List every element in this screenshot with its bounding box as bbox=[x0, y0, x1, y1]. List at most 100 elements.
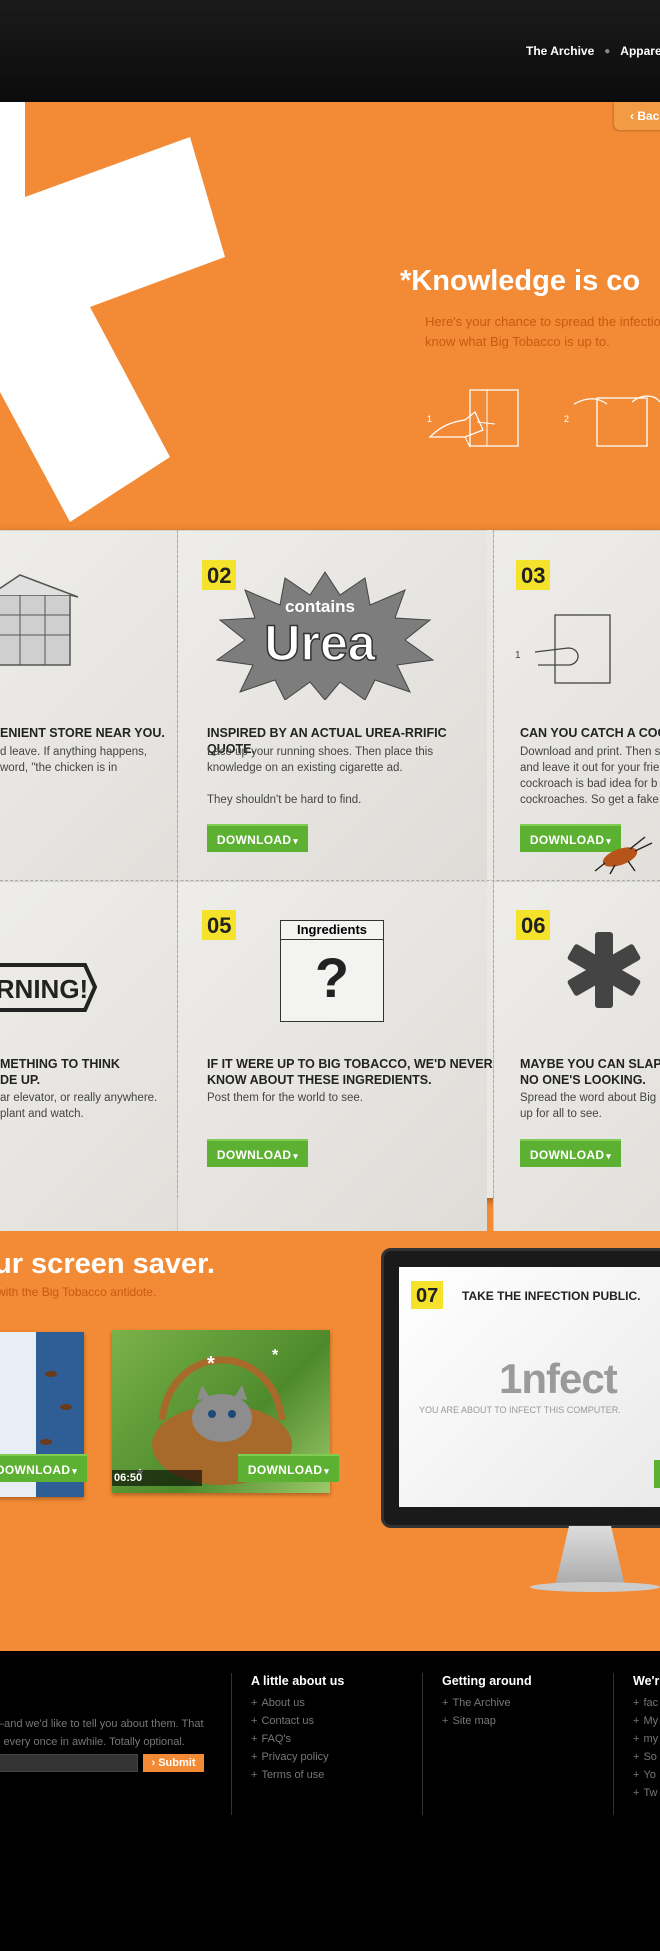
footer-link-archive[interactable]: + The Archive bbox=[442, 1694, 532, 1712]
footer-link-social-6[interactable]: + Tw bbox=[633, 1784, 659, 1802]
footer-link-about-us[interactable]: + About us bbox=[251, 1694, 344, 1712]
footer-intro-line1: –and we'd like to tell you about them. T… bbox=[0, 1718, 204, 1730]
footer-divider-3 bbox=[613, 1673, 614, 1815]
card-5-download-button[interactable]: DOWNLOAD ▾ bbox=[207, 1139, 308, 1167]
card-5-title: IF IT WERE UP TO BIG TOBACCO, WE'D NEVER… bbox=[207, 1057, 493, 1087]
download-arrow-icon: ▾ bbox=[72, 1466, 78, 1476]
footer-social-heading: We'r bbox=[633, 1674, 660, 1688]
footer-link-social-4[interactable]: + So bbox=[633, 1748, 659, 1766]
footer-link-sitemap[interactable]: + Site map bbox=[442, 1712, 532, 1730]
card-1-desc: d leave. If anything happens, word, "the… bbox=[0, 746, 148, 774]
card-6-number: 06 bbox=[516, 910, 551, 940]
footer-intro-line2: l every once in awhile. Totally optional… bbox=[0, 1736, 185, 1748]
sketch-step-1: 1 bbox=[427, 414, 432, 424]
card-6-title: MAYBE YOU CAN SLAP T NO ONE'S LOOKING. bbox=[520, 1057, 660, 1087]
card-4-art-text: RNING! bbox=[0, 974, 88, 1004]
asterisk-graphic-icon bbox=[0, 102, 225, 522]
submit-button[interactable]: › Submit bbox=[143, 1754, 204, 1772]
back-button[interactable]: ‹ Bac bbox=[614, 102, 660, 130]
footer-link-privacy[interactable]: + Privacy policy bbox=[251, 1748, 344, 1766]
card-3-title: CAN YOU CATCH A COCK bbox=[520, 726, 660, 740]
nav-separator: ● bbox=[604, 45, 611, 57]
footer-social-column: We'r + fac + My + my + So + Yo + Tw bbox=[633, 1674, 659, 1802]
card-3-sketch-step: 1 bbox=[515, 650, 521, 661]
svg-text:*: * bbox=[272, 1347, 279, 1364]
warning-sign-icon: RNING! bbox=[0, 963, 98, 1012]
card-6-download-button[interactable]: DOWNLOAD ▾ bbox=[520, 1139, 621, 1167]
monitor-title: TAKE THE INFECTION PUBLIC. bbox=[462, 1289, 641, 1303]
card-2-art-main: Urea bbox=[264, 615, 376, 671]
hero-title: *Knowledge is co bbox=[400, 265, 641, 297]
card-6-desc: Spread the word about Big up for all to … bbox=[520, 1092, 657, 1120]
top-nav: The Archive ● Appare bbox=[526, 44, 660, 58]
monitor-preview: 07 TAKE THE INFECTION PUBLIC. 1nfect YOU… bbox=[381, 1248, 660, 1528]
card-5-desc: Post them for the world to see. bbox=[207, 1092, 363, 1104]
footer-link-terms[interactable]: + Terms of use bbox=[251, 1766, 344, 1784]
card-5-download-label: DOWNLOAD bbox=[216, 1148, 292, 1162]
nav-the-archive[interactable]: The Archive bbox=[526, 44, 594, 58]
asterisk-icon bbox=[567, 932, 641, 1008]
main-content: ‹ Bac *Knowledge is co Here's your chanc… bbox=[0, 102, 660, 1651]
monitor-green-button[interactable] bbox=[654, 1460, 660, 1488]
card-4-title: METHING TO THINK DE UP. bbox=[0, 1057, 120, 1087]
hand-sketch-1-icon: 1 bbox=[427, 389, 519, 448]
footer-divider-1 bbox=[231, 1673, 232, 1815]
footer-divider-2 bbox=[422, 1673, 423, 1815]
card-2-download-button[interactable]: DOWNLOAD ▾ bbox=[207, 824, 308, 852]
monitor-logo: 1nfect bbox=[499, 1355, 618, 1402]
hero-subtitle: Here's your chance to spread the infecti… bbox=[425, 312, 660, 352]
sheet-fold-vertical-1 bbox=[177, 530, 178, 1198]
hand-sketch-2-icon: 2 bbox=[564, 395, 660, 447]
card-5-number: 05 bbox=[202, 910, 237, 940]
screensaver-2-download-button[interactable]: DOWNLOAD ▾ bbox=[238, 1454, 339, 1482]
screensaver-1-download-button[interactable]: DOWNLOAD ▾ bbox=[0, 1454, 87, 1482]
urea-starburst-icon: contains Urea bbox=[215, 571, 435, 700]
card-6-download-label: DOWNLOAD bbox=[529, 1148, 605, 1162]
card-2-download-label: DOWNLOAD bbox=[216, 833, 292, 847]
footer-intro: –and we'd like to tell you about them. T… bbox=[0, 1715, 204, 1751]
screensaver-1-download-label: DOWNLOAD bbox=[0, 1463, 71, 1477]
newspaper-stack-icon bbox=[0, 574, 79, 666]
screensaver-timer: 06:50 bbox=[112, 1470, 202, 1486]
card-5-art-glyph: ? bbox=[314, 946, 350, 1009]
card-3-number: 03 bbox=[516, 560, 551, 590]
hero-subtitle-line1: Here's your chance to spread the infecti… bbox=[425, 314, 660, 329]
footer-link-social-3[interactable]: + my bbox=[633, 1730, 659, 1748]
footer-about-heading: A little about us bbox=[251, 1674, 345, 1688]
screensaver-2-download-label: DOWNLOAD bbox=[247, 1463, 323, 1477]
sketch-step-2: 2 bbox=[564, 414, 569, 424]
card-4-desc: ar elevator, or really anywhere. plant a… bbox=[0, 1092, 158, 1120]
download-arrow-icon: ▾ bbox=[293, 1151, 299, 1161]
footer-around-heading: Getting around bbox=[442, 1674, 532, 1688]
download-arrow-icon: ▾ bbox=[324, 1466, 330, 1476]
monitor-number: 07 bbox=[411, 1281, 444, 1309]
footer-link-social-2[interactable]: + My bbox=[633, 1712, 659, 1730]
monitor-base bbox=[530, 1582, 660, 1592]
hero-subtitle-line2: know what Big Tobacco is up to. bbox=[425, 334, 610, 349]
cockroach-icon bbox=[594, 836, 653, 875]
footer-link-social-5[interactable]: + Yo bbox=[633, 1766, 659, 1784]
hand-catch-sketch-icon: 1 bbox=[515, 614, 611, 684]
top-bar: The Archive ● Appare bbox=[0, 0, 660, 102]
monitor-screen[interactable]: 07 TAKE THE INFECTION PUBLIC. 1nfect YOU… bbox=[399, 1267, 660, 1507]
card-2-art-top: contains bbox=[285, 597, 355, 616]
footer: –and we'd like to tell you about them. T… bbox=[0, 1651, 660, 1951]
card-3-desc: Download and print. Then s and leave it … bbox=[520, 746, 660, 806]
footer-link-contact-us[interactable]: + Contact us bbox=[251, 1712, 344, 1730]
svg-text:*: * bbox=[207, 1353, 215, 1375]
footer-around-column: Getting around + The Archive + Site map bbox=[442, 1674, 532, 1730]
download-arrow-icon: ▾ bbox=[293, 836, 299, 846]
footer-link-social-1[interactable]: + fac bbox=[633, 1694, 659, 1712]
card-2-desc: Lace up your running shoes. Then place t… bbox=[207, 746, 434, 806]
email-input[interactable] bbox=[0, 1754, 138, 1772]
download-arrow-icon: ▾ bbox=[606, 1151, 612, 1161]
sheet-fold-horizontal bbox=[0, 880, 660, 881]
footer-link-faqs[interactable]: + FAQ's bbox=[251, 1730, 344, 1748]
footer-about-column: A little about us + About us + Contact us … bbox=[251, 1674, 344, 1784]
nav-apparel[interactable]: Appare bbox=[620, 44, 660, 58]
card-1-title: ENIENT STORE NEAR YOU. bbox=[0, 726, 165, 740]
screensaver-title: ur screen saver. bbox=[0, 1248, 215, 1280]
ingredients-label-icon: Ingredients ? bbox=[280, 920, 384, 1022]
downloads-sheet: ENIENT STORE NEAR YOU. d leave. If anyth… bbox=[0, 530, 660, 1231]
monitor-stand bbox=[555, 1526, 625, 1586]
